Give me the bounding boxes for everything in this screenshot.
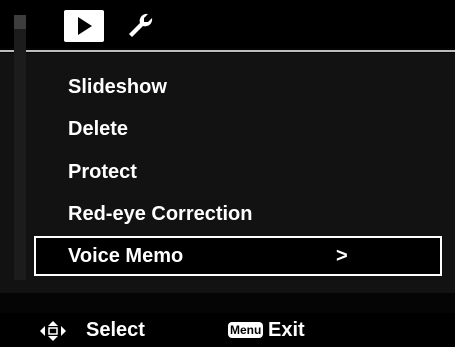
menu-button-badge: Menu: [228, 322, 264, 338]
select-hint-label: Select: [86, 319, 145, 341]
tab-divider: [0, 50, 455, 52]
menu-item-voice-memo[interactable]: Voice Memo >: [34, 236, 442, 276]
menu-item-label: Red-eye Correction: [68, 203, 253, 225]
tab-setup[interactable]: [126, 12, 154, 40]
dpad-icon: [40, 321, 66, 341]
menu-item-label: Protect: [68, 161, 137, 183]
menu-item-slideshow[interactable]: Slideshow: [34, 67, 442, 107]
wrench-icon: [129, 13, 153, 37]
tab-bar: [0, 0, 455, 48]
scrollbar-thumb[interactable]: [14, 15, 26, 29]
camera-menu-screen: Slideshow Delete Protect Red-eye Correct…: [0, 0, 455, 347]
menu-item-delete[interactable]: Delete: [34, 109, 442, 149]
exit-hint-label: Exit: [268, 319, 305, 341]
scrollbar-track[interactable]: [14, 18, 26, 280]
play-icon: [78, 17, 92, 35]
menu-item-label: Slideshow: [68, 76, 167, 98]
menu-item-red-eye-correction[interactable]: Red-eye Correction: [34, 194, 442, 234]
tab-playback[interactable]: [64, 10, 104, 42]
menu-item-label: Delete: [68, 118, 129, 140]
footer-hint-bar: Select Menu Exit: [0, 313, 455, 347]
menu-item-protect[interactable]: Protect: [34, 152, 442, 192]
menu-item-label: Voice Memo: [68, 245, 184, 267]
submenu-arrow-icon: >: [336, 245, 348, 267]
